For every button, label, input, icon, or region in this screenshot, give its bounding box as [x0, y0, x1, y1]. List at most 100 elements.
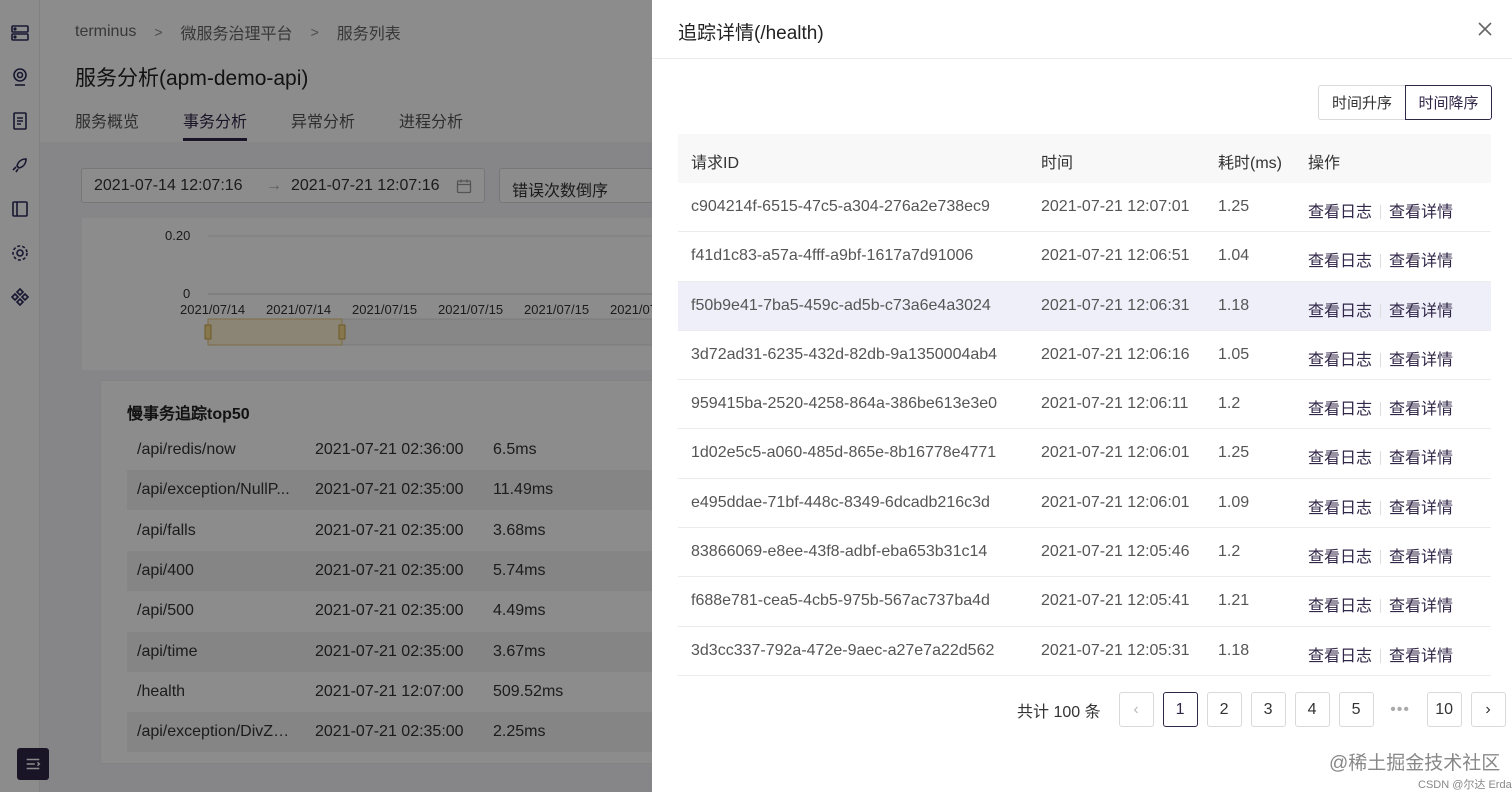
request-id: 83866069-e8ee-43f8-adbf-eba653b31c14 [691, 543, 988, 561]
request-duration: 1.21 [1218, 592, 1250, 610]
request-duration: 1.25 [1218, 444, 1250, 462]
view-log-link[interactable]: 查看日志 [1308, 303, 1372, 320]
row-actions: 查看日志 查看详情 [1308, 198, 1453, 222]
row-actions: 查看日志 查看详情 [1308, 494, 1453, 518]
view-log-link[interactable]: 查看日志 [1308, 401, 1372, 418]
divider [1380, 254, 1382, 269]
view-log-link[interactable]: 查看日志 [1308, 549, 1372, 566]
page-number-button[interactable]: 2 [1206, 692, 1242, 727]
view-detail-link[interactable]: 查看详情 [1389, 648, 1453, 665]
view-log-link[interactable]: 查看日志 [1308, 204, 1372, 221]
view-log-link[interactable]: 查看日志 [1308, 253, 1372, 270]
request-id: 3d72ad31-6235-432d-82db-9a1350004ab4 [691, 345, 998, 363]
row-actions: 查看日志 查看详情 [1308, 592, 1453, 616]
divider [1380, 205, 1382, 219]
request-time: 2021-07-21 12:06:16 [1041, 345, 1190, 363]
request-time: 2021-07-21 12:06:01 [1041, 444, 1190, 462]
page-number-button[interactable]: 10 [1426, 692, 1462, 727]
table-row: 959415ba-2520-4258-864a-386be613e3e0 2021… [678, 380, 1491, 430]
request-id: f688e781-cea5-4cb5-975b-567ac737ba4d [691, 592, 990, 610]
view-detail-link[interactable]: 查看详情 [1389, 450, 1453, 467]
divider [1380, 599, 1382, 614]
row-actions: 查看日志 查看详情 [1308, 444, 1453, 468]
request-id: e495ddae-71bf-448c-8349-6dcadb216c3d [691, 493, 990, 511]
credit-text: CSDN @尔达 Erda [1418, 779, 1512, 791]
column-header-actions: 操作 [1308, 155, 1341, 172]
divider [1380, 648, 1382, 663]
request-duration: 1.2 [1218, 543, 1241, 561]
table-row: 3d3cc337-792a-472e-9aec-a27e7a22d562 2021… [678, 627, 1491, 676]
divider [1380, 303, 1382, 318]
request-duration: 1.05 [1218, 345, 1250, 363]
request-time: 2021-07-21 12:06:51 [1041, 247, 1190, 265]
request-time: 2021-07-21 12:06:01 [1041, 493, 1190, 511]
view-log-link[interactable]: 查看日志 [1308, 598, 1372, 615]
close-icon[interactable] [1476, 20, 1494, 38]
column-header-request-id: 请求ID [691, 155, 740, 172]
view-detail-link[interactable]: 查看详情 [1389, 204, 1453, 221]
table-row: f688e781-cea5-4cb5-975b-567ac737ba4d 2021… [678, 577, 1491, 627]
column-header-duration: 耗时(ms) [1218, 155, 1282, 172]
request-duration: 1.09 [1218, 493, 1250, 511]
row-actions: 查看日志 查看详情 [1308, 297, 1453, 321]
view-detail-link[interactable]: 查看详情 [1389, 598, 1453, 615]
request-id: f41d1c83-a57a-4fff-a9bf-1617a7d91006 [691, 247, 974, 265]
view-log-link[interactable]: 查看日志 [1308, 500, 1372, 517]
pagination: 共计 100 条 ‹ 1 2 3 4 5 ••• 10 › [1017, 692, 1506, 727]
request-id: f50b9e41-7ba5-459c-ad5b-c73a6e4a3024 [691, 296, 991, 314]
request-time: 2021-07-21 12:06:31 [1041, 296, 1190, 314]
table-row: 3d72ad31-6235-432d-82db-9a1350004ab4 2021… [678, 331, 1491, 381]
pagination-ellipsis[interactable]: ••• [1382, 692, 1418, 727]
request-duration: 1.25 [1218, 198, 1250, 215]
time-ascending-button[interactable]: 时间升序 [1318, 85, 1405, 120]
divider [1380, 352, 1382, 367]
divider [1380, 402, 1382, 417]
page-number-button[interactable]: 3 [1250, 692, 1286, 727]
column-header-time: 时间 [1041, 155, 1074, 172]
divider [1380, 500, 1382, 515]
view-detail-link[interactable]: 查看详情 [1389, 253, 1453, 270]
view-detail-link[interactable]: 查看详情 [1389, 500, 1453, 517]
table-header: 请求ID 时间 耗时(ms) 操作 [678, 134, 1491, 183]
row-actions: 查看日志 查看详情 [1308, 346, 1453, 370]
request-id: 3d3cc337-792a-472e-9aec-a27e7a22d562 [691, 641, 995, 659]
request-time: 2021-07-21 12:05:41 [1041, 592, 1190, 610]
row-actions: 查看日志 查看详情 [1308, 543, 1453, 567]
table-row: e495ddae-71bf-448c-8349-6dcadb216c3d 2021… [678, 479, 1491, 529]
view-log-link[interactable]: 查看日志 [1308, 450, 1372, 467]
request-time: 2021-07-21 12:06:11 [1041, 395, 1189, 413]
time-descending-button[interactable]: 时间降序 [1405, 85, 1492, 120]
watermark: @稀土掘金技术社区 [1329, 753, 1501, 774]
request-duration: 1.04 [1218, 247, 1250, 265]
view-log-link[interactable]: 查看日志 [1308, 352, 1372, 369]
row-actions: 查看日志 查看详情 [1308, 642, 1453, 666]
table-row: f50b9e41-7ba5-459c-ad5b-c73a6e4a3024 2021… [678, 281, 1491, 331]
request-time: 2021-07-21 12:05:46 [1041, 543, 1190, 561]
drawer-title: 追踪详情(/health) [678, 23, 824, 44]
pagination-total: 共计 100 条 [1017, 703, 1101, 721]
page-number-button[interactable]: 4 [1294, 692, 1330, 727]
trace-table: 请求ID 时间 耗时(ms) 操作 c904214f-6515-47c5-a30… [678, 134, 1491, 676]
table-row: 83866069-e8ee-43f8-adbf-eba653b31c14 2021… [678, 528, 1491, 578]
next-page-icon[interactable]: › [1470, 692, 1506, 727]
divider [1380, 550, 1382, 565]
row-actions: 查看日志 查看详情 [1308, 395, 1453, 419]
request-duration: 1.2 [1218, 395, 1241, 413]
page-number-button[interactable]: 5 [1338, 692, 1374, 727]
row-actions: 查看日志 查看详情 [1308, 247, 1453, 271]
trace-detail-drawer: 追踪详情(/health) 时间升序 时间降序 请求ID 时间 耗时(ms) 操… [652, 0, 1512, 792]
table-row: f41d1c83-a57a-4fff-a9bf-1617a7d91006 2021… [678, 232, 1491, 282]
view-detail-link[interactable]: 查看详情 [1389, 549, 1453, 566]
view-detail-link[interactable]: 查看详情 [1389, 352, 1453, 369]
table-row: c904214f-6515-47c5-a304-276a2e738ec9 2021… [678, 183, 1491, 233]
request-time: 2021-07-21 12:07:01 [1041, 198, 1190, 215]
view-detail-link[interactable]: 查看详情 [1389, 401, 1453, 418]
page-number-button[interactable]: 1 [1162, 692, 1198, 727]
table-row: 1d02e5c5-a060-485d-865e-8b16778e4771 2021… [678, 429, 1491, 479]
modal-mask[interactable] [0, 0, 652, 792]
view-detail-link[interactable]: 查看详情 [1389, 303, 1453, 320]
request-time: 2021-07-21 12:05:31 [1041, 641, 1190, 659]
prev-page-icon[interactable]: ‹ [1118, 692, 1154, 727]
view-log-link[interactable]: 查看日志 [1308, 648, 1372, 665]
request-id: 959415ba-2520-4258-864a-386be613e3e0 [691, 395, 998, 413]
